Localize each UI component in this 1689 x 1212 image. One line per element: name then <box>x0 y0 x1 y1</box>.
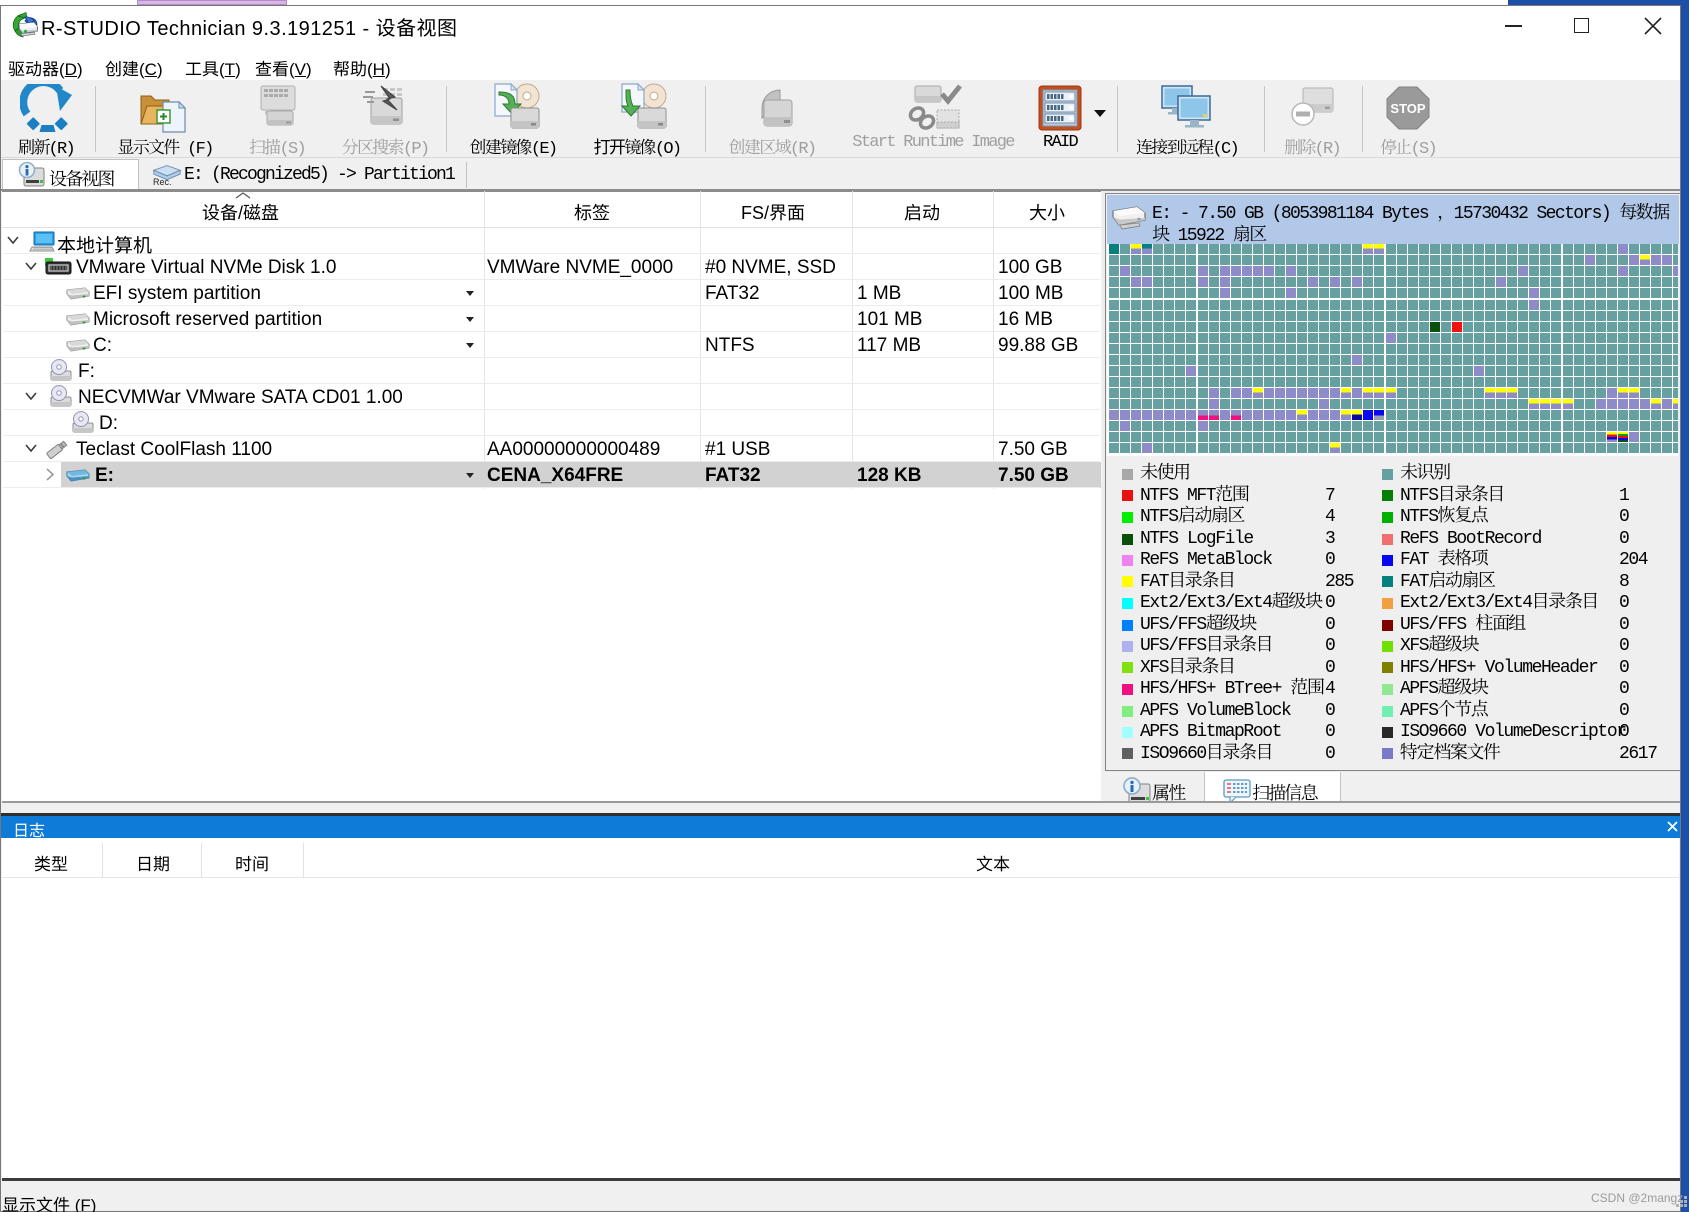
svg-text:STOP: STOP <box>1390 101 1425 116</box>
